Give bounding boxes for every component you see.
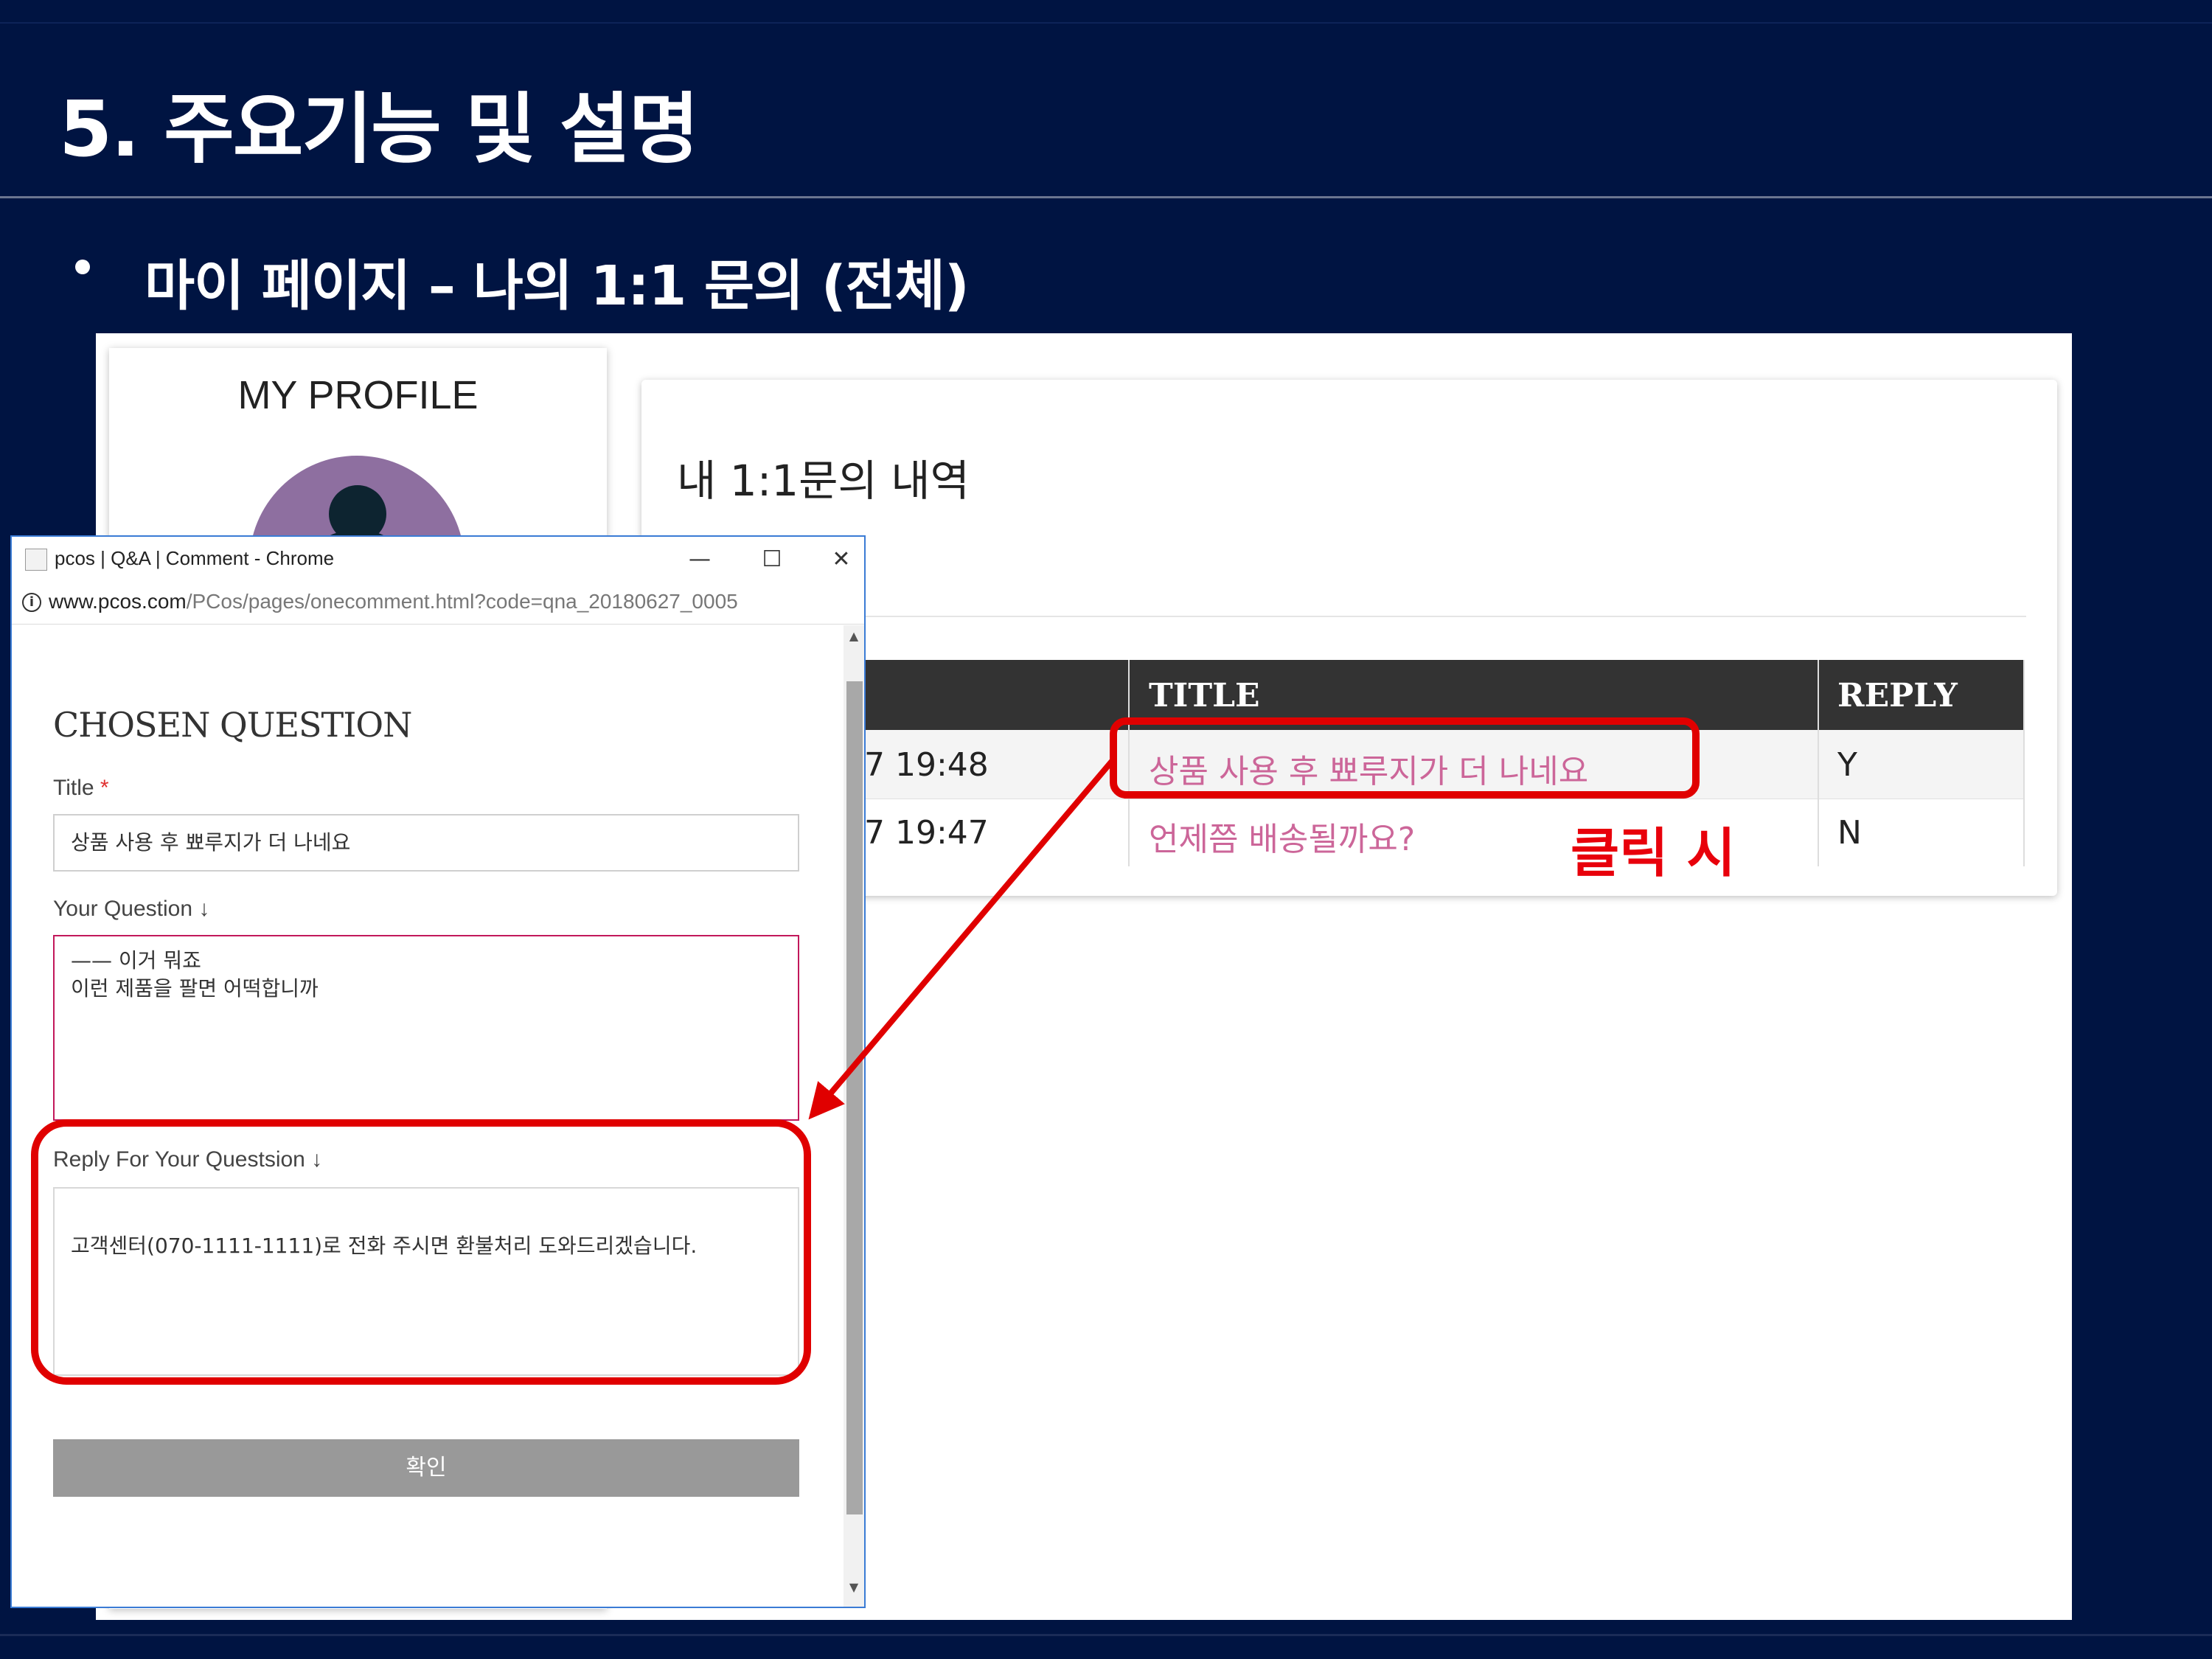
bottom-divider	[0, 1634, 2212, 1636]
annotation-arrow-layer	[808, 757, 1116, 1120]
annotation-arrow	[808, 757, 1116, 1120]
